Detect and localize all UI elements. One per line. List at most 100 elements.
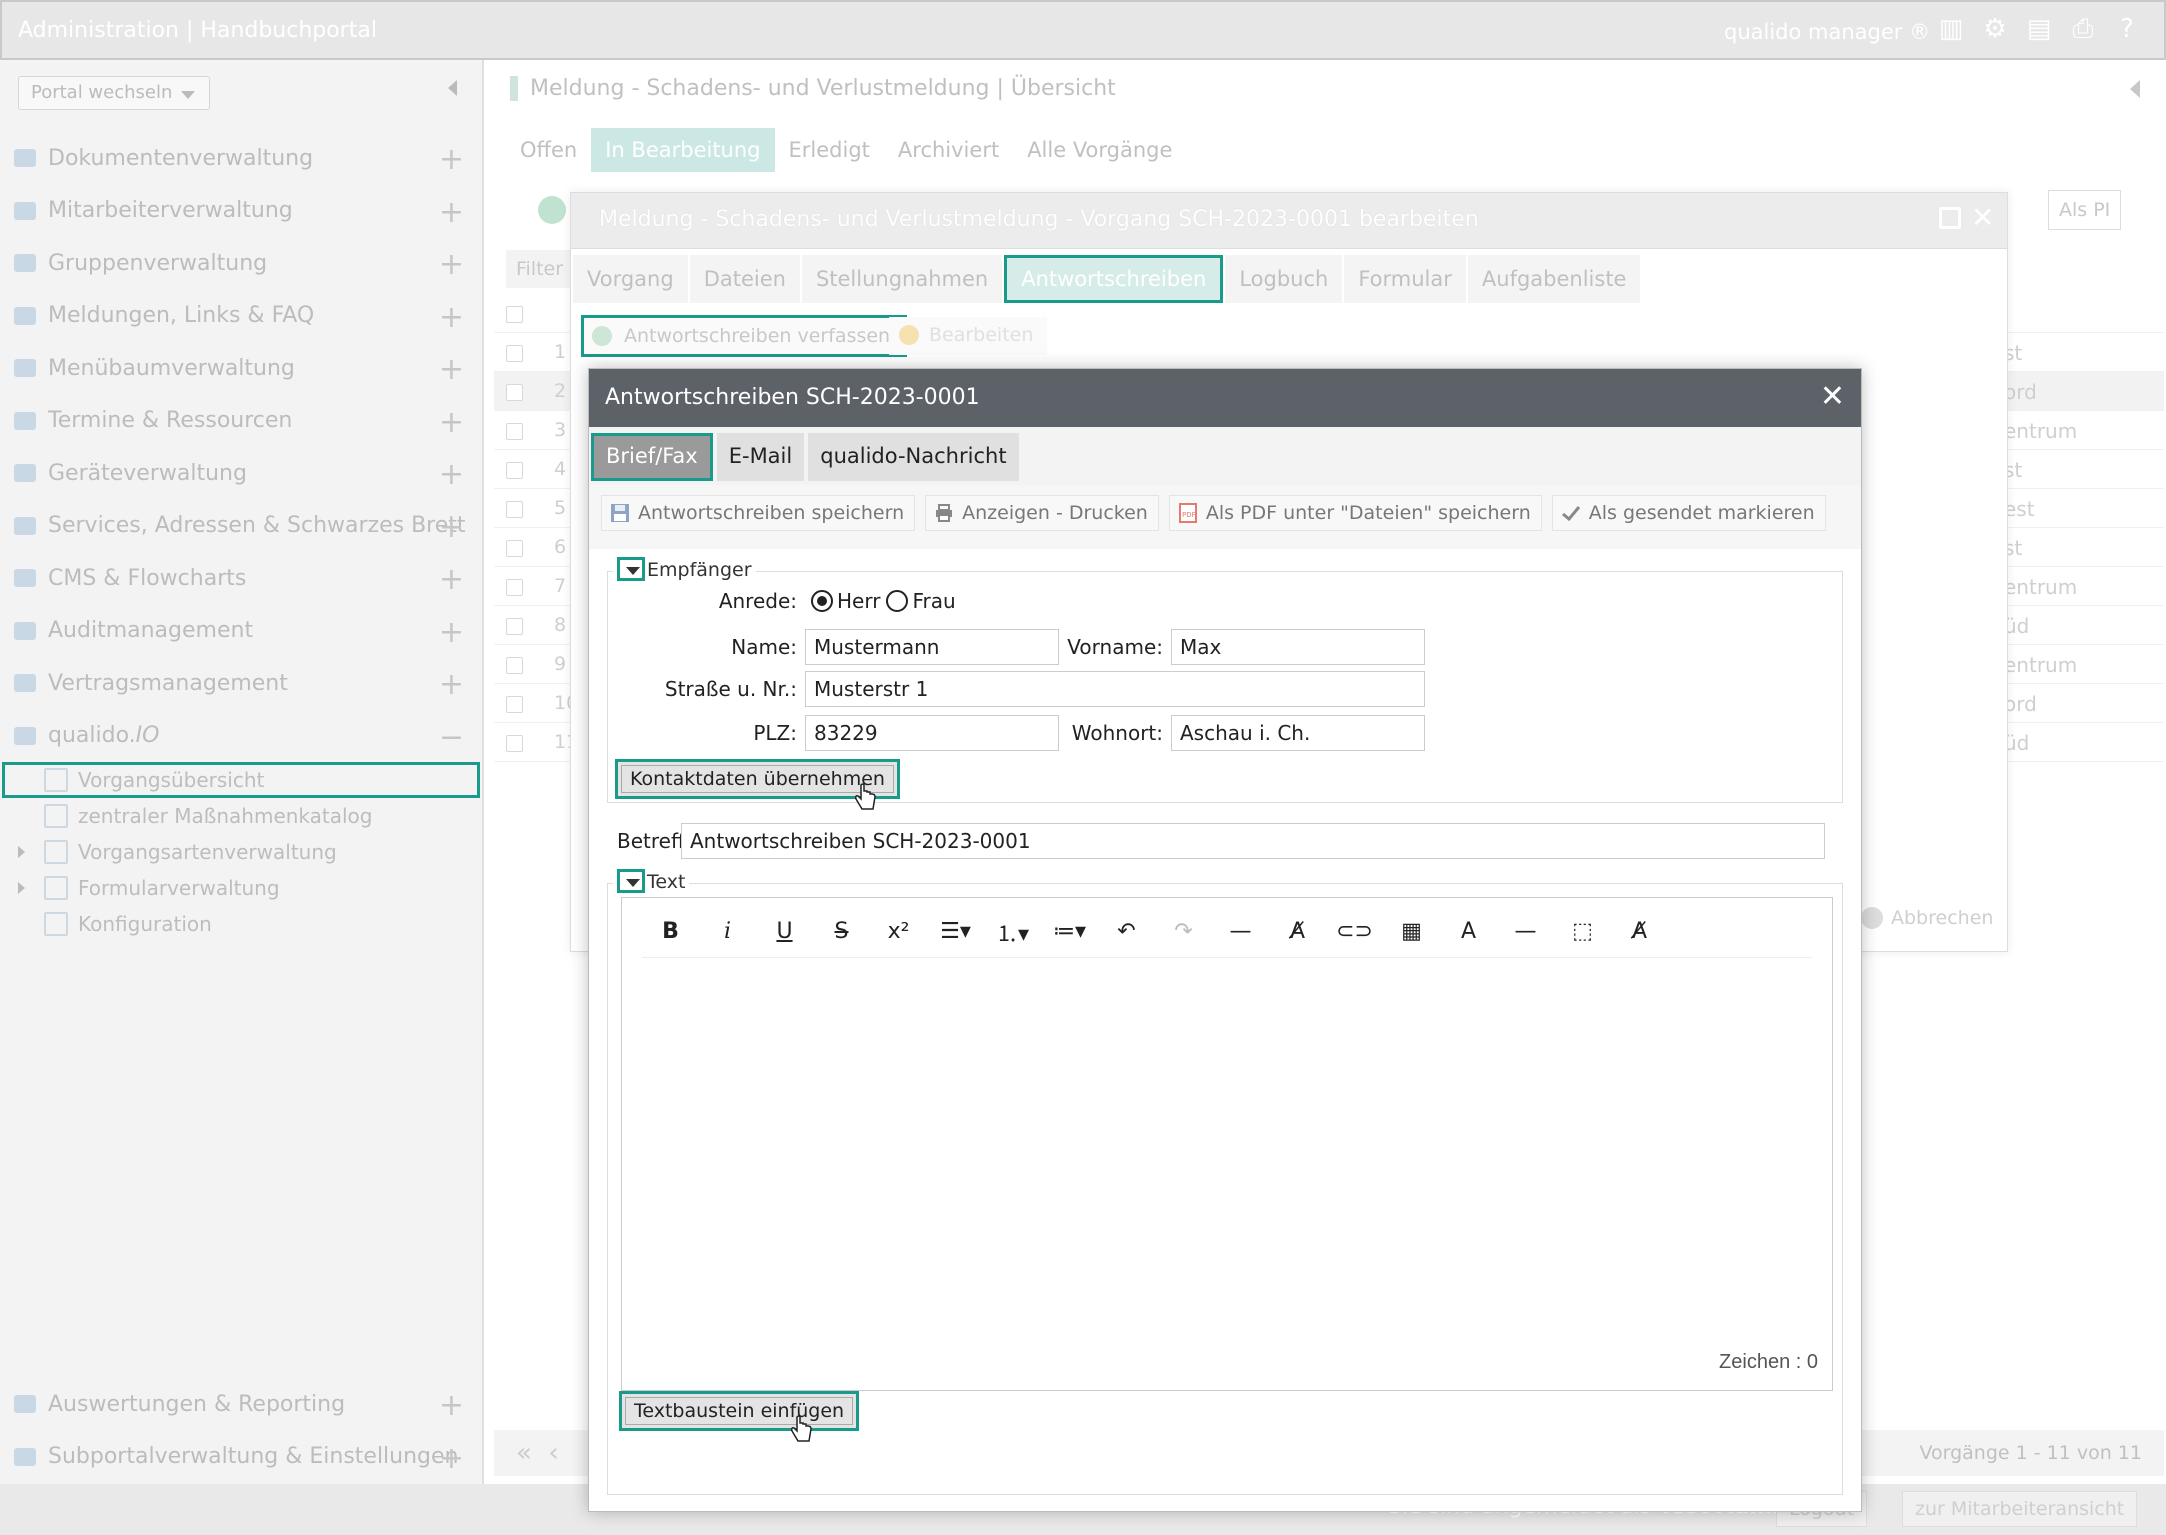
sidebar-item-qualido-io[interactable]: qualido.IO − (0, 710, 484, 763)
sidebar-item-menuebaum[interactable]: Menübaumverwaltung + (0, 342, 484, 395)
italic-icon[interactable]: i (699, 919, 756, 944)
barcode-icon[interactable]: ▥ (1937, 14, 1965, 44)
row-checkbox[interactable] (506, 384, 523, 401)
strikethrough-icon[interactable]: S (813, 919, 870, 944)
portal-switch-select[interactable]: Portal wechseln (18, 76, 210, 110)
row-checkbox[interactable] (506, 345, 523, 362)
row-checkbox[interactable] (506, 735, 523, 752)
add-icon[interactable] (538, 196, 566, 224)
tab-erledigt[interactable]: Erledigt (775, 128, 884, 172)
tab-logbuch[interactable]: Logbuch (1225, 255, 1343, 303)
expand-plus-icon[interactable]: + (439, 405, 464, 440)
collapse-toggle-icon[interactable] (617, 869, 645, 893)
expand-plus-icon[interactable]: + (439, 1441, 464, 1476)
sidebar-item-meldungen[interactable]: Meldungen, Links & FAQ + (0, 290, 484, 343)
clear-format-icon[interactable]: A̸ (1269, 919, 1326, 944)
tab-brief-fax[interactable]: Brief/Fax (591, 433, 713, 481)
name-input[interactable]: Mustermann (805, 629, 1059, 665)
row-checkbox[interactable] (506, 618, 523, 635)
remove-format-icon[interactable]: A̸ (1611, 919, 1668, 944)
sidebar-item-cms[interactable]: CMS & Flowcharts + (0, 552, 484, 605)
compose-reply-button[interactable]: Antwortschreiben verfassen (581, 315, 908, 357)
print-preview-button[interactable]: Anzeigen - Drucken (925, 495, 1159, 531)
separator-icon[interactable]: — (1497, 919, 1554, 944)
print-icon[interactable]: ⎙ (2069, 14, 2097, 44)
tab-email[interactable]: E-Mail (716, 433, 805, 481)
expand-plus-icon[interactable]: + (439, 352, 464, 387)
expand-triangle-icon[interactable] (18, 882, 25, 894)
tab-offen[interactable]: Offen (506, 128, 591, 172)
sidebar-item-dokumentenverwaltung[interactable]: Dokumentenverwaltung + (0, 132, 484, 185)
tab-aufgabenliste[interactable]: Aufgabenliste (1467, 255, 1641, 303)
sidebar-item-vertrag[interactable]: Vertragsmanagement + (0, 657, 484, 710)
expand-plus-icon[interactable]: + (439, 1388, 464, 1423)
sidebar-subitem-formulare[interactable]: Formularverwaltung (0, 870, 484, 906)
undo-icon[interactable]: ↶ (1098, 919, 1155, 944)
sidebar-subitem-massnahmenkatalog[interactable]: zentraler Maßnahmenkatalog (0, 798, 484, 834)
superscript-icon[interactable]: x² (870, 919, 927, 944)
rich-text-editor[interactable]: B i U S x² ☰▾ ⒈▾ ≔▾ ↶ ↷ — A̸ ⊂⊃ ▦ A — ⬚ … (621, 897, 1833, 1391)
row-checkbox[interactable] (506, 696, 523, 713)
street-input[interactable]: Musterstr 1 (805, 671, 1425, 707)
expand-plus-icon[interactable]: + (439, 667, 464, 702)
ordered-list-icon[interactable]: ⒈▾ (984, 916, 1041, 948)
table-icon[interactable]: ▦ (1383, 919, 1440, 944)
tab-archiviert[interactable]: Archiviert (884, 128, 1013, 172)
row-checkbox[interactable] (506, 462, 523, 479)
edit-button[interactable]: Bearbeiten (889, 317, 1048, 355)
sidebar-item-geraete[interactable]: Geräteverwaltung + (0, 447, 484, 500)
expand-plus-icon[interactable]: + (439, 300, 464, 335)
expand-triangle-icon[interactable] (18, 846, 25, 858)
gears-icon[interactable]: ⚙ (1981, 14, 2009, 44)
sidebar-subitem-konfiguration[interactable]: Konfiguration (0, 906, 484, 942)
row-checkbox[interactable] (506, 540, 523, 557)
zip-input[interactable]: 83229 (805, 715, 1059, 751)
save-letter-button[interactable]: Antwortschreiben speichern (601, 495, 916, 531)
sidebar-item-gruppenverwaltung[interactable]: Gruppenverwaltung + (0, 237, 484, 290)
sidebar-item-subportal[interactable]: Subportalverwaltung & Einstellungen + (0, 1431, 484, 1484)
close-icon[interactable]: ✕ (1820, 379, 1845, 414)
salutation-herr-radio[interactable] (811, 590, 833, 612)
sidebar-subitem-vorgangsarten[interactable]: Vorgangsartenverwaltung (0, 834, 484, 870)
bold-icon[interactable]: B (642, 919, 699, 944)
tab-antwortschreiben[interactable]: Antwortschreiben (1004, 255, 1224, 303)
expand-plus-icon[interactable]: + (439, 457, 464, 492)
text-color-icon[interactable]: A (1440, 919, 1497, 944)
back-arrow-icon[interactable] (2130, 80, 2140, 98)
salutation-frau-radio[interactable] (886, 590, 909, 612)
tab-dateien[interactable]: Dateien (689, 255, 800, 303)
recipient-legend[interactable]: Empfänger (613, 557, 756, 581)
pdf-export-button[interactable]: Als PI (2048, 190, 2122, 230)
tab-qualido-nachricht[interactable]: qualido-Nachricht (808, 433, 1019, 481)
select-all-icon[interactable]: ⬚ (1554, 919, 1611, 944)
sidebar-item-reporting[interactable]: Auswertungen & Reporting + (0, 1378, 484, 1431)
fullscreen-icon[interactable] (1939, 207, 1961, 229)
subject-input[interactable]: Antwortschreiben SCH-2023-0001 (681, 823, 1825, 859)
sidebar-subitem-vorgangsuebersicht[interactable]: Vorgangsübersicht (2, 762, 480, 798)
redo-icon[interactable]: ↷ (1155, 919, 1212, 944)
expand-plus-icon[interactable]: + (439, 562, 464, 597)
sidebar-item-mitarbeiterverwaltung[interactable]: Mitarbeiterverwaltung + (0, 185, 484, 238)
link-icon[interactable]: ⊂⊃ (1326, 919, 1383, 944)
collapse-minus-icon[interactable]: − (439, 720, 464, 755)
tab-alle[interactable]: Alle Vorgänge (1013, 128, 1186, 172)
select-all-checkbox[interactable] (506, 306, 523, 323)
row-checkbox[interactable] (506, 579, 523, 596)
row-checkbox[interactable] (506, 501, 523, 518)
tab-formular[interactable]: Formular (1344, 255, 1466, 303)
sidebar-item-services[interactable]: Services, Adressen & Schwarzes Brett + (0, 500, 484, 553)
save-as-pdf-button[interactable]: PDF Als PDF unter "Dateien" speichern (1168, 495, 1542, 531)
tab-in-bearbeitung[interactable]: In Bearbeitung (591, 128, 775, 172)
pdf-export-icon[interactable]: ▤ (2025, 14, 2053, 44)
horizontal-rule-icon[interactable]: — (1212, 919, 1269, 944)
filter-label[interactable]: Filter (506, 250, 574, 288)
firstname-input[interactable]: Max (1171, 629, 1425, 665)
expand-plus-icon[interactable]: + (439, 195, 464, 230)
help-icon[interactable]: ? (2113, 14, 2141, 44)
tab-vorgang[interactable]: Vorgang (573, 255, 688, 303)
sidebar-collapse-icon[interactable] (448, 80, 457, 96)
close-icon[interactable]: ✕ (1971, 201, 1994, 234)
cancel-button[interactable]: Abbrechen (1861, 907, 1993, 929)
city-input[interactable]: Aschau i. Ch. (1171, 715, 1425, 751)
underline-icon[interactable]: U (756, 919, 813, 944)
